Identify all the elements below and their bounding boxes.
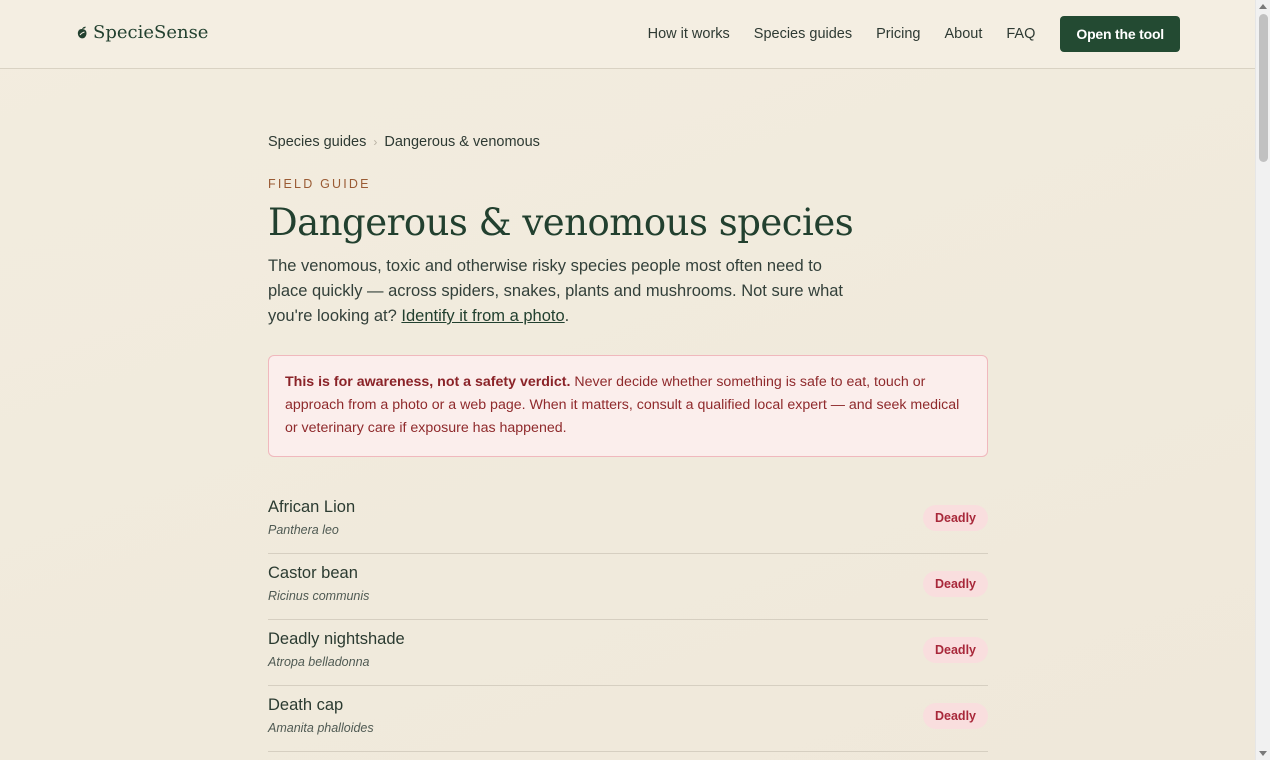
list-item[interactable]: African Lion Panthera leo Deadly [268, 495, 988, 554]
list-item[interactable]: Castor bean Ricinus communis Deadly [268, 554, 988, 620]
safety-warning: This is for awareness, not a safety verd… [268, 355, 988, 457]
species-list: African Lion Panthera leo Deadly Castor … [268, 495, 988, 752]
intro-paragraph: The venomous, toxic and otherwise risky … [268, 254, 858, 329]
nav-how-it-works[interactable]: How it works [648, 16, 730, 52]
breadcrumb-species-guides[interactable]: Species guides [268, 134, 366, 150]
danger-badge: Deadly [923, 571, 988, 597]
page-title: Dangerous & venomous species [268, 201, 854, 244]
intro-end: . [564, 307, 570, 325]
danger-badge: Deadly [923, 703, 988, 729]
list-item[interactable]: Death cap Amanita phalloides Deadly [268, 686, 988, 752]
scroll-up-icon[interactable] [1259, 4, 1267, 9]
species-name: African Lion [268, 498, 356, 516]
brand-name: SpecieSense [93, 22, 209, 43]
chevron-right-icon: › [373, 135, 378, 149]
species-scientific-name: Amanita phalloides [268, 721, 374, 735]
nav-about[interactable]: About [944, 16, 982, 52]
danger-badge: Deadly [923, 505, 988, 531]
main-nav: How it works Species guides Pricing Abou… [624, 16, 1180, 52]
vertical-scrollbar[interactable] [1255, 0, 1270, 760]
species-scientific-name: Ricinus communis [268, 589, 370, 603]
leaf-icon [77, 26, 87, 38]
species-name: Deadly nightshade [268, 630, 405, 648]
nav-pricing[interactable]: Pricing [876, 16, 920, 52]
site-header: SpecieSense How it works Species guides … [0, 0, 1255, 69]
open-tool-button[interactable]: Open the tool [1060, 16, 1180, 52]
species-name: Death cap [268, 696, 344, 714]
nav-species-guides[interactable]: Species guides [754, 16, 852, 52]
brand-logo[interactable]: SpecieSense [76, 22, 208, 43]
danger-badge: Deadly [923, 637, 988, 663]
breadcrumb: Species guides › Dangerous & venomous [268, 134, 988, 150]
page: SpecieSense How it works Species guides … [0, 0, 1255, 760]
scroll-down-icon[interactable] [1259, 751, 1267, 756]
scrollbar-thumb[interactable] [1259, 14, 1268, 162]
eyebrow-label: FIELD GUIDE [268, 177, 371, 191]
species-scientific-name: Atropa belladonna [268, 655, 370, 669]
nav-faq[interactable]: FAQ [1006, 16, 1035, 52]
species-scientific-name: Panthera leo [268, 523, 339, 537]
identify-photo-link[interactable]: Identify it from a photo [401, 307, 564, 325]
species-name: Castor bean [268, 564, 358, 582]
list-item[interactable]: Deadly nightshade Atropa belladonna Dead… [268, 620, 988, 686]
warning-strong: This is for awareness, not a safety verd… [285, 374, 571, 390]
breadcrumb-current: Dangerous & venomous [384, 134, 540, 150]
main-content: Species guides › Dangerous & venomous FI… [268, 69, 988, 752]
